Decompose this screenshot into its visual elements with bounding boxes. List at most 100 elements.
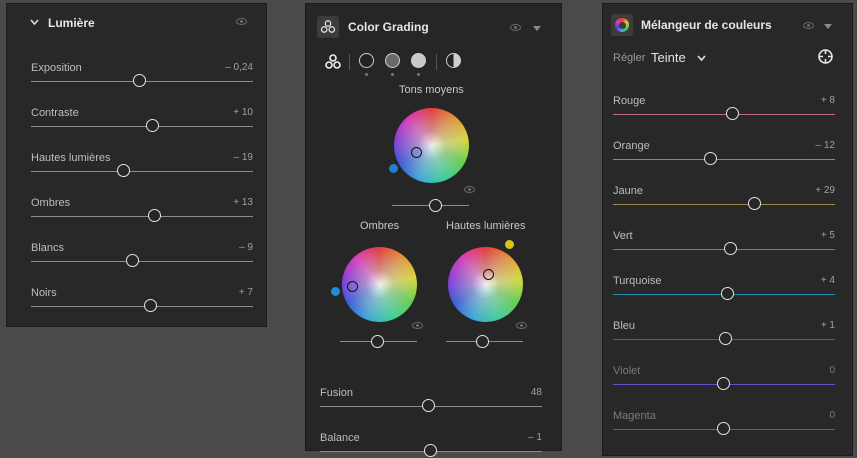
shadows-mode-icon[interactable] — [359, 53, 374, 68]
color-grading-title: Color Grading — [348, 20, 429, 34]
midtones-color-dot — [389, 164, 398, 173]
slider-value[interactable]: – 12 — [816, 140, 835, 151]
collapse-chevron-icon[interactable] — [29, 15, 40, 26]
slider-value[interactable]: – 1 — [528, 432, 542, 443]
slider-fusion[interactable]: Fusion 48 — [320, 387, 542, 413]
target-adjust-icon[interactable] — [817, 48, 834, 65]
slider-value[interactable]: – 19 — [234, 152, 253, 163]
eye-icon[interactable] — [412, 322, 423, 329]
slider-track[interactable] — [31, 171, 253, 172]
slider-value[interactable]: 0 — [829, 410, 835, 421]
slider-track[interactable] — [31, 306, 253, 307]
slider-value[interactable]: – 0,24 — [225, 62, 253, 73]
slider-thumb[interactable] — [146, 119, 160, 132]
slider-label: Turquoise — [613, 275, 662, 287]
slider-magenta[interactable]: Magenta 0 — [613, 410, 835, 436]
highlights-color-wheel[interactable] — [448, 247, 523, 322]
slider-value[interactable]: + 7 — [239, 287, 253, 298]
slider-bleu[interactable]: Bleu + 1 — [613, 320, 835, 346]
slider-value[interactable]: – 9 — [239, 242, 253, 253]
eye-icon[interactable] — [803, 22, 814, 29]
slider-label: Magenta — [613, 410, 656, 422]
slider-value[interactable]: + 5 — [821, 230, 835, 241]
slider-track[interactable] — [31, 261, 253, 262]
slider-thumb[interactable] — [717, 377, 730, 390]
highlights-luminance-slider[interactable] — [446, 335, 523, 349]
eye-icon[interactable] — [236, 18, 247, 25]
slider-label: Fusion — [320, 387, 354, 399]
slider-thumb[interactable] — [117, 164, 131, 177]
slider-contraste[interactable]: Contraste + 10 — [31, 107, 253, 133]
midtones-wheel-handle[interactable] — [411, 147, 422, 158]
midtones-label: Tons moyens — [399, 84, 464, 96]
panel-menu-icon[interactable] — [533, 26, 541, 31]
color-mixer-icon — [611, 14, 633, 36]
slider-value[interactable]: 0 — [829, 365, 835, 376]
slider-vert[interactable]: Vert + 5 — [613, 230, 835, 256]
slider-jaune[interactable]: Jaune + 29 — [613, 185, 835, 211]
slider-thumb[interactable] — [703, 152, 717, 165]
slider-rouge[interactable]: Rouge + 8 — [613, 95, 835, 121]
slider-track[interactable] — [613, 159, 835, 160]
highlights-color-dot — [505, 240, 514, 249]
slider-thumb[interactable] — [725, 107, 739, 120]
slider-label: Orange — [613, 140, 650, 152]
slider-label: Hautes lumières — [31, 152, 111, 164]
slider-balance[interactable]: Balance – 1 — [320, 432, 542, 458]
slider-track[interactable] — [613, 204, 835, 205]
slider-track[interactable] — [31, 126, 253, 127]
slider-thumb[interactable] — [717, 422, 730, 435]
slider-label: Ombres — [31, 197, 71, 209]
eye-icon[interactable] — [464, 186, 475, 193]
slider-violet[interactable]: Violet 0 — [613, 365, 835, 391]
shadows-luminance-slider[interactable] — [340, 335, 417, 349]
slider-hautes-lumi-res[interactable]: Hautes lumières – 19 — [31, 152, 253, 178]
midtones-color-wheel[interactable] — [394, 108, 469, 183]
highlights-mode-icon[interactable] — [411, 53, 426, 68]
slider-orange[interactable]: Orange – 12 — [613, 140, 835, 166]
slider-value[interactable]: 48 — [531, 387, 542, 398]
slider-label: Jaune — [613, 185, 643, 197]
slider-blancs[interactable]: Blancs – 9 — [31, 242, 253, 268]
slider-thumb[interactable] — [421, 399, 435, 412]
slider-value[interactable]: + 4 — [821, 275, 835, 286]
slider-thumb[interactable] — [748, 197, 762, 210]
slider-thumb[interactable] — [721, 287, 735, 300]
slider-label: Exposition — [31, 62, 82, 74]
slider-noirs[interactable]: Noirs + 7 — [31, 287, 253, 313]
slider-thumb[interactable] — [719, 332, 733, 345]
midtones-mode-icon[interactable] — [385, 53, 400, 68]
slider-value[interactable]: + 8 — [821, 95, 835, 106]
shadows-wheel-handle[interactable] — [347, 281, 358, 292]
slider-track[interactable] — [613, 114, 835, 115]
slider-thumb[interactable] — [424, 444, 437, 457]
midtones-luminance-slider[interactable] — [392, 199, 469, 213]
highlights-wheel-handle[interactable] — [483, 269, 494, 280]
eye-icon[interactable] — [516, 322, 527, 329]
slider-value[interactable]: + 10 — [233, 107, 253, 118]
slider-label: Contraste — [31, 107, 79, 119]
slider-value[interactable]: + 13 — [233, 197, 253, 208]
global-mode-icon[interactable] — [446, 53, 461, 68]
slider-label: Balance — [320, 432, 360, 444]
slider-exposition[interactable]: Exposition – 0,24 — [31, 62, 253, 88]
slider-thumb[interactable] — [148, 209, 162, 222]
slider-thumb[interactable] — [723, 242, 737, 255]
adjust-select[interactable]: Teinte — [651, 49, 711, 67]
slider-thumb[interactable] — [132, 74, 146, 87]
three-way-mode-icon[interactable] — [323, 52, 343, 72]
shadows-color-dot — [331, 287, 340, 296]
slider-value[interactable]: + 1 — [821, 320, 835, 331]
slider-track[interactable] — [31, 216, 253, 217]
slider-label: Bleu — [613, 320, 636, 332]
highlights-label: Hautes lumières — [446, 220, 526, 232]
eye-icon[interactable] — [510, 24, 521, 31]
slider-thumb[interactable] — [143, 299, 157, 312]
panel-menu-icon[interactable] — [824, 24, 832, 29]
color-grading-icon — [317, 16, 339, 38]
adjust-select-value: Teinte — [651, 50, 686, 65]
slider-ombres[interactable]: Ombres + 13 — [31, 197, 253, 223]
slider-thumb[interactable] — [126, 254, 140, 267]
slider-value[interactable]: + 29 — [815, 185, 835, 196]
slider-turquoise[interactable]: Turquoise + 4 — [613, 275, 835, 301]
